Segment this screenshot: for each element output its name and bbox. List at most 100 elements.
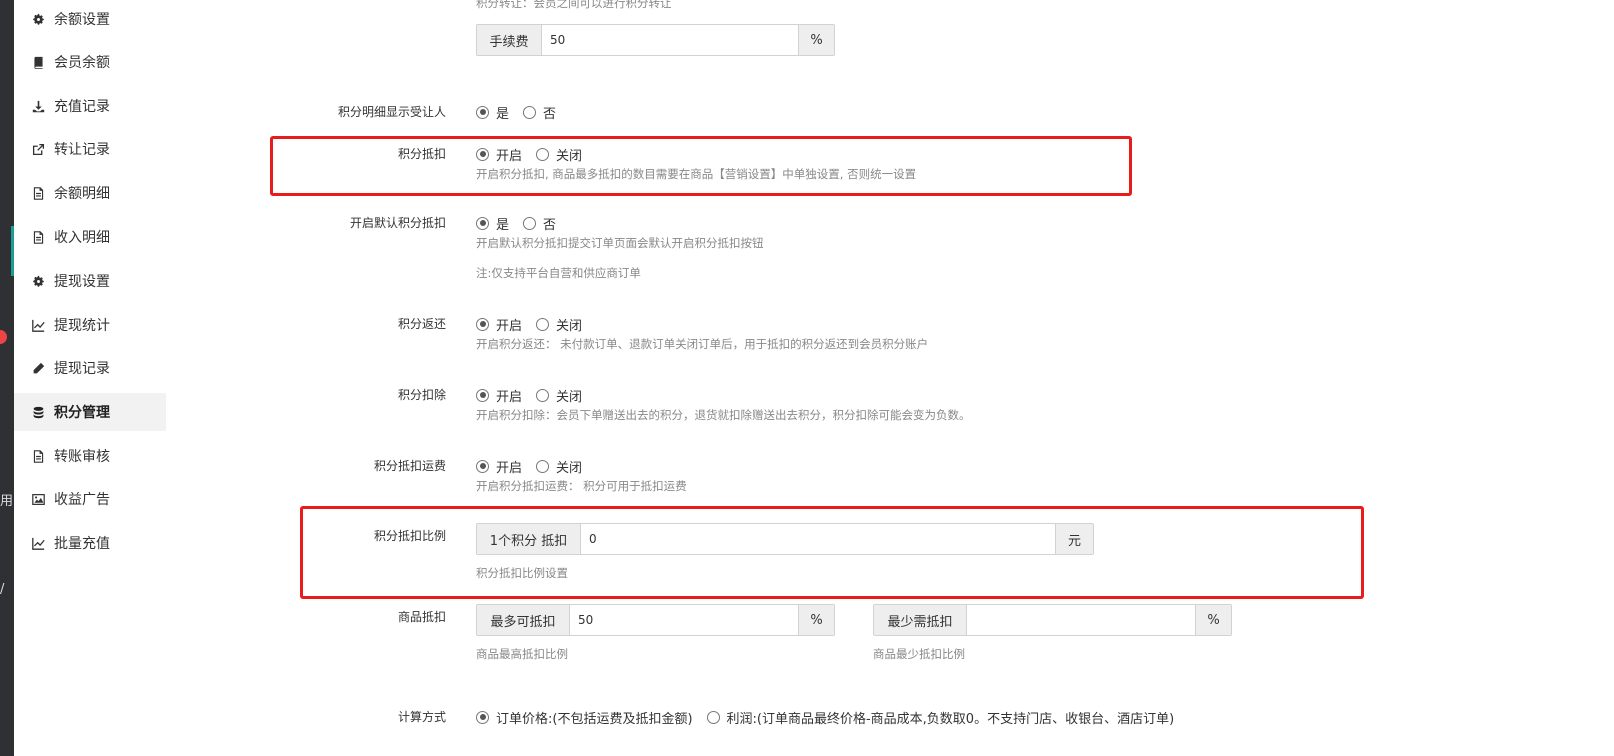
- pencil-icon: [30, 360, 46, 376]
- freight-deduct-label: 积分抵扣运费: [373, 459, 446, 473]
- sidebar-item-balance-details[interactable]: 余额明细: [14, 174, 166, 212]
- default-deduct-no-radio[interactable]: 否: [523, 214, 556, 233]
- points-refund-label: 积分返还: [397, 317, 446, 331]
- radio-dot: [476, 147, 489, 161]
- radio-dot: [476, 388, 489, 402]
- fee-input[interactable]: [542, 25, 798, 55]
- radio-dot: [523, 216, 537, 230]
- fee-unit: %: [798, 25, 834, 55]
- sidebar-item-withdraw-records[interactable]: 提现记录: [14, 349, 166, 387]
- calc-price-radio[interactable]: 订单价格:(不包括运费及抵扣金额): [476, 708, 693, 727]
- goods-max-addon: 最多可抵扣: [477, 605, 570, 635]
- freight-deduct-off-radio[interactable]: 关闭: [536, 457, 582, 476]
- radio-dot: [536, 317, 550, 331]
- sidebar-item-label: 转让记录: [54, 142, 110, 158]
- sidebar-item-label: 提现设置: [54, 274, 110, 290]
- sidebar-item-label: 余额明细: [54, 186, 110, 202]
- points-deduction-label: 积分扣除: [397, 388, 446, 402]
- sidebar-item-label: 会员余额: [54, 55, 110, 71]
- calc-method-label: 计算方式: [397, 710, 446, 724]
- sub-sidebar: 余额设置 会员余额 充值记录 转让记录 余额明细 收入明细 提现设置 提现统计: [14, 0, 166, 756]
- sidebar-item-label: 转账审核: [54, 449, 110, 465]
- sidebar-item-label: 提现记录: [54, 361, 110, 377]
- goods-max-input[interactable]: [570, 605, 798, 635]
- goods-min-hint: 商品最少抵扣比例: [873, 647, 965, 661]
- show-recipient-no-radio[interactable]: 否: [523, 103, 556, 122]
- radio-dot: [476, 317, 489, 331]
- sidebar-item-label: 批量充值: [54, 536, 110, 552]
- sidebar-item-label: 收益广告: [54, 492, 110, 508]
- default-deduct-hint: 开启默认积分抵扣提交订单页面会默认开启积分抵扣按钮: [476, 236, 764, 250]
- gear-icon: [30, 11, 46, 27]
- line-chart-icon: [30, 317, 46, 333]
- calc-profit-radio[interactable]: 利润:(订单商品最终价格-商品成本,负数取0。不支持门店、收银台、酒店订单): [706, 708, 1175, 727]
- freight-deduct-on-radio[interactable]: 开启: [476, 457, 522, 476]
- sidebar-item-transfer-records[interactable]: 转让记录: [14, 130, 166, 168]
- nav-glyph[interactable]: 用: [0, 490, 14, 509]
- fee-addon: 手续费: [477, 25, 542, 55]
- radio-label: 开启: [496, 460, 523, 476]
- sidebar-item-withdraw-stats[interactable]: 提现统计: [14, 306, 166, 344]
- deduct-ratio-label: 积分抵扣比例: [373, 529, 446, 543]
- sidebar-item-recharge-records[interactable]: 充值记录: [14, 87, 166, 125]
- points-refund-off-radio[interactable]: 关闭: [536, 315, 582, 334]
- points-deduction-hint: 开启积分扣除：会员下单赠送出去的积分，退货就扣除赠送出去积分，积分扣除可能会变为…: [476, 408, 971, 422]
- nav-glyph[interactable]: /: [0, 582, 14, 597]
- sidebar-item-member-balance[interactable]: 会员余额: [14, 43, 166, 81]
- sidebar-item-revenue-ads[interactable]: 收益广告: [14, 480, 166, 518]
- file-icon: [30, 185, 46, 201]
- points-refund-hint: 开启积分返还： 未付款订单、退款订单关闭订单后，用于抵扣的积分返还到会员积分账户: [476, 337, 929, 351]
- main-nav-strip: 用 /: [0, 0, 14, 756]
- radio-label: 关闭: [556, 460, 583, 476]
- deduct-ratio-unit: 元: [1055, 524, 1093, 554]
- radio-label: 开启: [496, 389, 523, 405]
- settings-form: 积分转让：会员之间可以进行积分转让 手续费 % 积分明细显示受让人 是 否 积分…: [166, 0, 1614, 756]
- radio-dot: [536, 147, 550, 161]
- radio-dot: [536, 459, 550, 473]
- file-icon: [30, 448, 46, 464]
- radio-label: 是: [496, 217, 510, 233]
- sidebar-item-batch-recharge[interactable]: 批量充值: [14, 524, 166, 562]
- sidebar-item-label: 积分管理: [54, 405, 110, 421]
- sidebar-item-label: 充值记录: [54, 99, 110, 115]
- radio-label: 开启: [496, 318, 523, 334]
- points-deduct-on-radio[interactable]: 开启: [476, 145, 522, 164]
- default-deduct-note: 注:仅支持平台自营和供应商订单: [476, 266, 641, 280]
- radio-dot: [476, 105, 489, 119]
- sidebar-item-points-management[interactable]: 积分管理: [14, 393, 166, 431]
- sidebar-item-transfer-review[interactable]: 转账审核: [14, 437, 166, 475]
- radio-dot: [476, 459, 489, 473]
- database-icon: [30, 404, 46, 420]
- goods-min-addon: 最少需抵扣: [874, 605, 967, 635]
- show-recipient-yes-radio[interactable]: 是: [476, 103, 509, 122]
- download-icon: [30, 98, 46, 114]
- goods-max-hint: 商品最高抵扣比例: [476, 647, 568, 661]
- notification-badge: [0, 330, 7, 344]
- radio-label: 关闭: [556, 389, 583, 405]
- goods-min-input-group: 最少需抵扣 %: [873, 604, 1232, 636]
- points-deduct-off-radio[interactable]: 关闭: [536, 145, 582, 164]
- deduct-ratio-input[interactable]: [581, 524, 1055, 554]
- radio-dot: [536, 388, 550, 402]
- sidebar-item-balance-settings[interactable]: 余额设置: [14, 0, 166, 38]
- page-root: 用 / 余额设置 会员余额 充值记录 转让记录 余额明细 收入明细 提现设置 提…: [0, 0, 1614, 756]
- sidebar-item-label: 余额设置: [54, 12, 110, 28]
- radio-label: 否: [543, 217, 557, 233]
- radio-label: 开启: [496, 148, 523, 164]
- goods-min-unit: %: [1195, 605, 1231, 635]
- deduct-ratio-hint: 积分抵扣比例设置: [476, 566, 568, 580]
- image-icon: [30, 491, 46, 507]
- sidebar-item-label: 提现统计: [54, 318, 110, 334]
- sidebar-item-withdraw-settings[interactable]: 提现设置: [14, 262, 166, 300]
- points-deduction-off-radio[interactable]: 关闭: [536, 386, 582, 405]
- points-deduction-on-radio[interactable]: 开启: [476, 386, 522, 405]
- goods-min-input[interactable]: [967, 605, 1195, 635]
- radio-label: 否: [543, 106, 557, 122]
- default-deduct-yes-radio[interactable]: 是: [476, 214, 509, 233]
- sidebar-item-income-details[interactable]: 收入明细: [14, 218, 166, 256]
- freight-deduct-hint: 开启积分抵扣运费： 积分可用于抵扣运费: [476, 479, 687, 493]
- line-chart-icon: [30, 535, 46, 551]
- deduct-ratio-addon: 1个积分 抵扣: [477, 524, 581, 554]
- radio-label: 利润:(订单商品最终价格-商品成本,负数取0。不支持门店、收银台、酒店订单): [726, 711, 1175, 727]
- points-refund-on-radio[interactable]: 开启: [476, 315, 522, 334]
